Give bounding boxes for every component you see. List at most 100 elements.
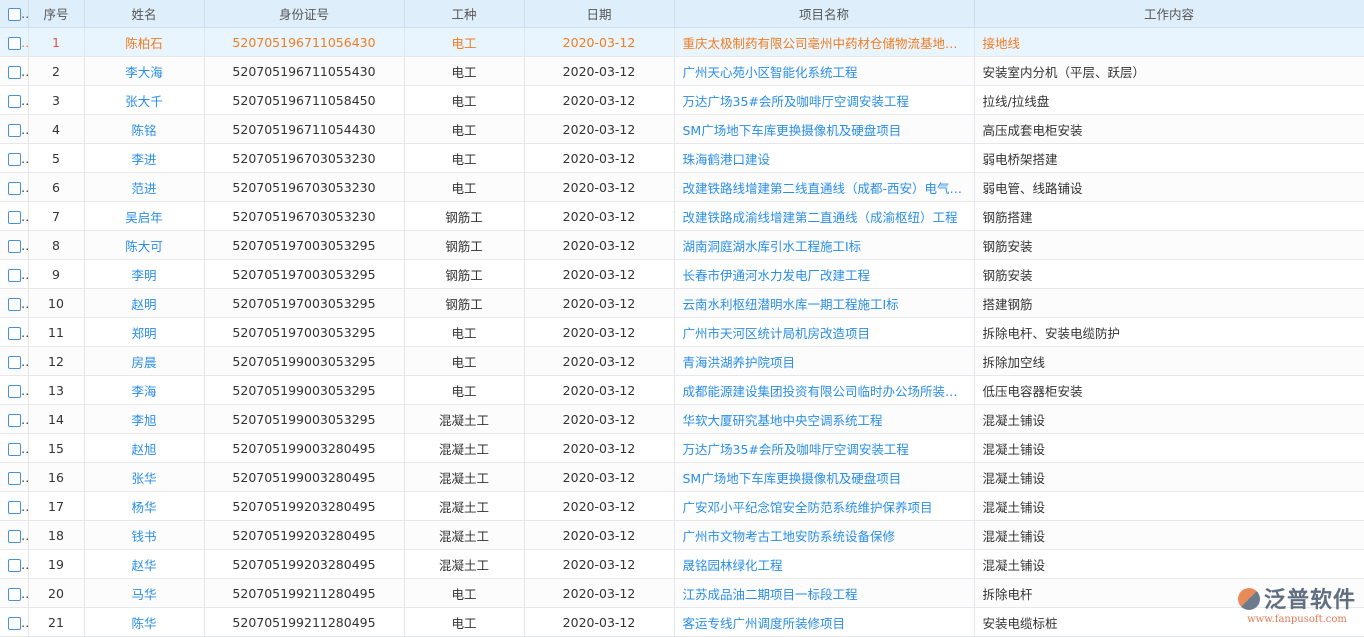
row-checkbox[interactable] (0, 520, 29, 550)
table-row[interactable]: 19 赵华 520705199203280495 混凝土工 2020-03-12 晟铭园林… (0, 549, 1364, 579)
row-checkbox[interactable] (0, 114, 29, 144)
checkbox[interactable] (8, 616, 21, 630)
cell-project[interactable]: 华软大厦研究基地中央空调系统工程 (674, 404, 975, 434)
row-checkbox[interactable] (0, 375, 29, 405)
table-row[interactable]: 7 吴启年 520705196703053230 钢筋工 2020-03-12 改建铁路成… (0, 201, 1364, 231)
table-row[interactable]: 14 李旭 520705199003053295 混凝土工 2020-03-12 华软大厦… (0, 404, 1364, 434)
table-row[interactable]: 16 张华 520705199003280495 混凝土工 2020-03-12 SM广场… (0, 462, 1364, 492)
header-date[interactable]: 日期 (524, 0, 675, 28)
cell-project[interactable]: 广州天心苑小区智能化系统工程 (674, 56, 975, 86)
cell-project[interactable]: 青海洪湖养护院项目 (674, 346, 975, 376)
cell-name[interactable]: 陈铭 (84, 114, 205, 144)
cell-project[interactable]: 云南水利枢纽潜明水库一期工程施工I标 (674, 288, 975, 318)
cell-project[interactable]: 重庆太极制药有限公司亳州中药材仓储物流基地项目 (674, 27, 975, 57)
table-row[interactable]: 5 李进 520705196703053230 电工 2020-03-12 珠海鹤港口建设… (0, 143, 1364, 173)
select-all-checkbox[interactable] (0, 0, 29, 28)
cell-project[interactable]: 江苏成品油二期项目一标段工程 (674, 578, 975, 608)
checkbox[interactable] (8, 239, 21, 253)
row-checkbox[interactable] (0, 491, 29, 521)
row-checkbox[interactable] (0, 230, 29, 260)
header-name[interactable]: 姓名 (84, 0, 205, 28)
cell-name[interactable]: 李明 (84, 259, 205, 289)
cell-project[interactable]: 湖南洞庭湖水库引水工程施工I标 (674, 230, 975, 260)
table-row[interactable]: 4 陈铭 520705196711054430 电工 2020-03-12 SM广场地下车… (0, 114, 1364, 144)
cell-project[interactable]: SM广场地下车库更换摄像机及硬盘项目 (674, 462, 975, 492)
cell-project[interactable]: 晟铭园林绿化工程 (674, 549, 975, 579)
row-checkbox[interactable] (0, 201, 29, 231)
cell-project[interactable]: 改建铁路线增建第二线直通线（成都-西安）电气化工程 (674, 172, 975, 202)
cell-project[interactable]: 万达广场35#会所及咖啡厅空调安装工程 (674, 433, 975, 463)
cell-name[interactable]: 范进 (84, 172, 205, 202)
table-row[interactable]: 13 李海 520705199003053295 电工 2020-03-12 成都能源建设… (0, 375, 1364, 405)
row-checkbox[interactable] (0, 607, 29, 637)
table-row[interactable]: 8 陈大可 520705197003053295 钢筋工 2020-03-12 湖南洞庭湖… (0, 230, 1364, 260)
cell-name[interactable]: 李旭 (84, 404, 205, 434)
cell-project[interactable]: 珠海鹤港口建设 (674, 143, 975, 173)
header-trade[interactable]: 工种 (404, 0, 525, 28)
cell-name[interactable]: 张华 (84, 462, 205, 492)
table-row[interactable]: 17 杨华 520705199203280495 混凝土工 2020-03-12 广安邓小… (0, 491, 1364, 521)
checkbox[interactable] (8, 65, 21, 79)
checkbox[interactable] (8, 326, 21, 340)
row-checkbox[interactable] (0, 346, 29, 376)
cell-project[interactable]: SM广场地下车库更换摄像机及硬盘项目 (674, 114, 975, 144)
cell-project[interactable]: 万达广场35#会所及咖啡厅空调安装工程 (674, 85, 975, 115)
cell-name[interactable]: 赵明 (84, 288, 205, 318)
table-row[interactable]: 6 范进 520705196703053230 电工 2020-03-12 改建铁路线增建… (0, 172, 1364, 202)
row-checkbox[interactable] (0, 56, 29, 86)
cell-project[interactable]: 广州市文物考古工地安防系统设备保修 (674, 520, 975, 550)
checkbox[interactable] (8, 94, 21, 108)
row-checkbox[interactable] (0, 288, 29, 318)
checkbox[interactable] (8, 355, 21, 369)
header-no[interactable]: 序号 (28, 0, 85, 28)
row-checkbox[interactable] (0, 549, 29, 579)
cell-name[interactable]: 赵华 (84, 549, 205, 579)
checkbox[interactable] (8, 442, 21, 456)
row-checkbox[interactable] (0, 462, 29, 492)
row-checkbox[interactable] (0, 27, 29, 57)
cell-name[interactable]: 郑明 (84, 317, 205, 347)
cell-name[interactable]: 李大海 (84, 56, 205, 86)
cell-name[interactable]: 吴启年 (84, 201, 205, 231)
table-row[interactable]: 9 李明 520705197003053295 钢筋工 2020-03-12 长春市伊通河… (0, 259, 1364, 289)
checkbox[interactable] (8, 529, 21, 543)
table-row[interactable]: 18 钱书 520705199203280495 混凝土工 2020-03-12 广州市文… (0, 520, 1364, 550)
checkbox[interactable] (8, 210, 21, 224)
table-row[interactable]: 3 张大千 520705196711058450 电工 2020-03-12 万达广场35… (0, 85, 1364, 115)
cell-name[interactable]: 李进 (84, 143, 205, 173)
table-row[interactable]: 10 赵明 520705197003053295 钢筋工 2020-03-12 云南水利枢… (0, 288, 1364, 318)
table-row[interactable]: 21 陈华 520705199211280495 电工 2020-03-12 客运专线广州… (0, 607, 1364, 637)
checkbox[interactable] (8, 152, 21, 166)
table-row[interactable]: 11 郑明 520705197003053295 电工 2020-03-12 广州市天河区… (0, 317, 1364, 347)
cell-name[interactable]: 李海 (84, 375, 205, 405)
checkbox[interactable] (8, 123, 21, 137)
cell-project[interactable]: 长春市伊通河水力发电厂改建工程 (674, 259, 975, 289)
row-checkbox[interactable] (0, 404, 29, 434)
header-id-number[interactable]: 身份证号 (204, 0, 405, 28)
table-row[interactable]: 1 陈柏石 520705196711056430 电工 2020-03-12 重庆太极制药… (0, 27, 1364, 57)
checkbox[interactable] (8, 471, 21, 485)
cell-name[interactable]: 马华 (84, 578, 205, 608)
cell-name[interactable]: 钱书 (84, 520, 205, 550)
checkbox[interactable] (8, 558, 21, 572)
cell-project[interactable]: 广州市天河区统计局机房改造项目 (674, 317, 975, 347)
cell-project[interactable]: 改建铁路成渝线增建第二直通线（成渝枢纽）工程 (674, 201, 975, 231)
checkbox[interactable] (8, 268, 21, 282)
table-row[interactable]: 15 赵旭 520705199003280495 混凝土工 2020-03-12 万达广场… (0, 433, 1364, 463)
checkbox[interactable] (8, 587, 21, 601)
cell-project[interactable]: 成都能源建设集团投资有限公司临时办公场所装修工程 (674, 375, 975, 405)
cell-name[interactable]: 杨华 (84, 491, 205, 521)
row-checkbox[interactable] (0, 172, 29, 202)
checkbox[interactable] (8, 297, 21, 311)
row-checkbox[interactable] (0, 259, 29, 289)
checkbox[interactable] (8, 36, 21, 50)
row-checkbox[interactable] (0, 143, 29, 173)
cell-name[interactable]: 陈大可 (84, 230, 205, 260)
checkbox[interactable] (8, 384, 21, 398)
cell-name[interactable]: 张大千 (84, 85, 205, 115)
cell-name[interactable]: 陈华 (84, 607, 205, 637)
table-row[interactable]: 2 李大海 520705196711055430 电工 2020-03-12 广州天心苑小… (0, 56, 1364, 86)
header-project[interactable]: 项目名称 (674, 0, 975, 28)
header-work-content[interactable]: 工作内容 (974, 0, 1364, 28)
cell-name[interactable]: 陈柏石 (84, 27, 205, 57)
